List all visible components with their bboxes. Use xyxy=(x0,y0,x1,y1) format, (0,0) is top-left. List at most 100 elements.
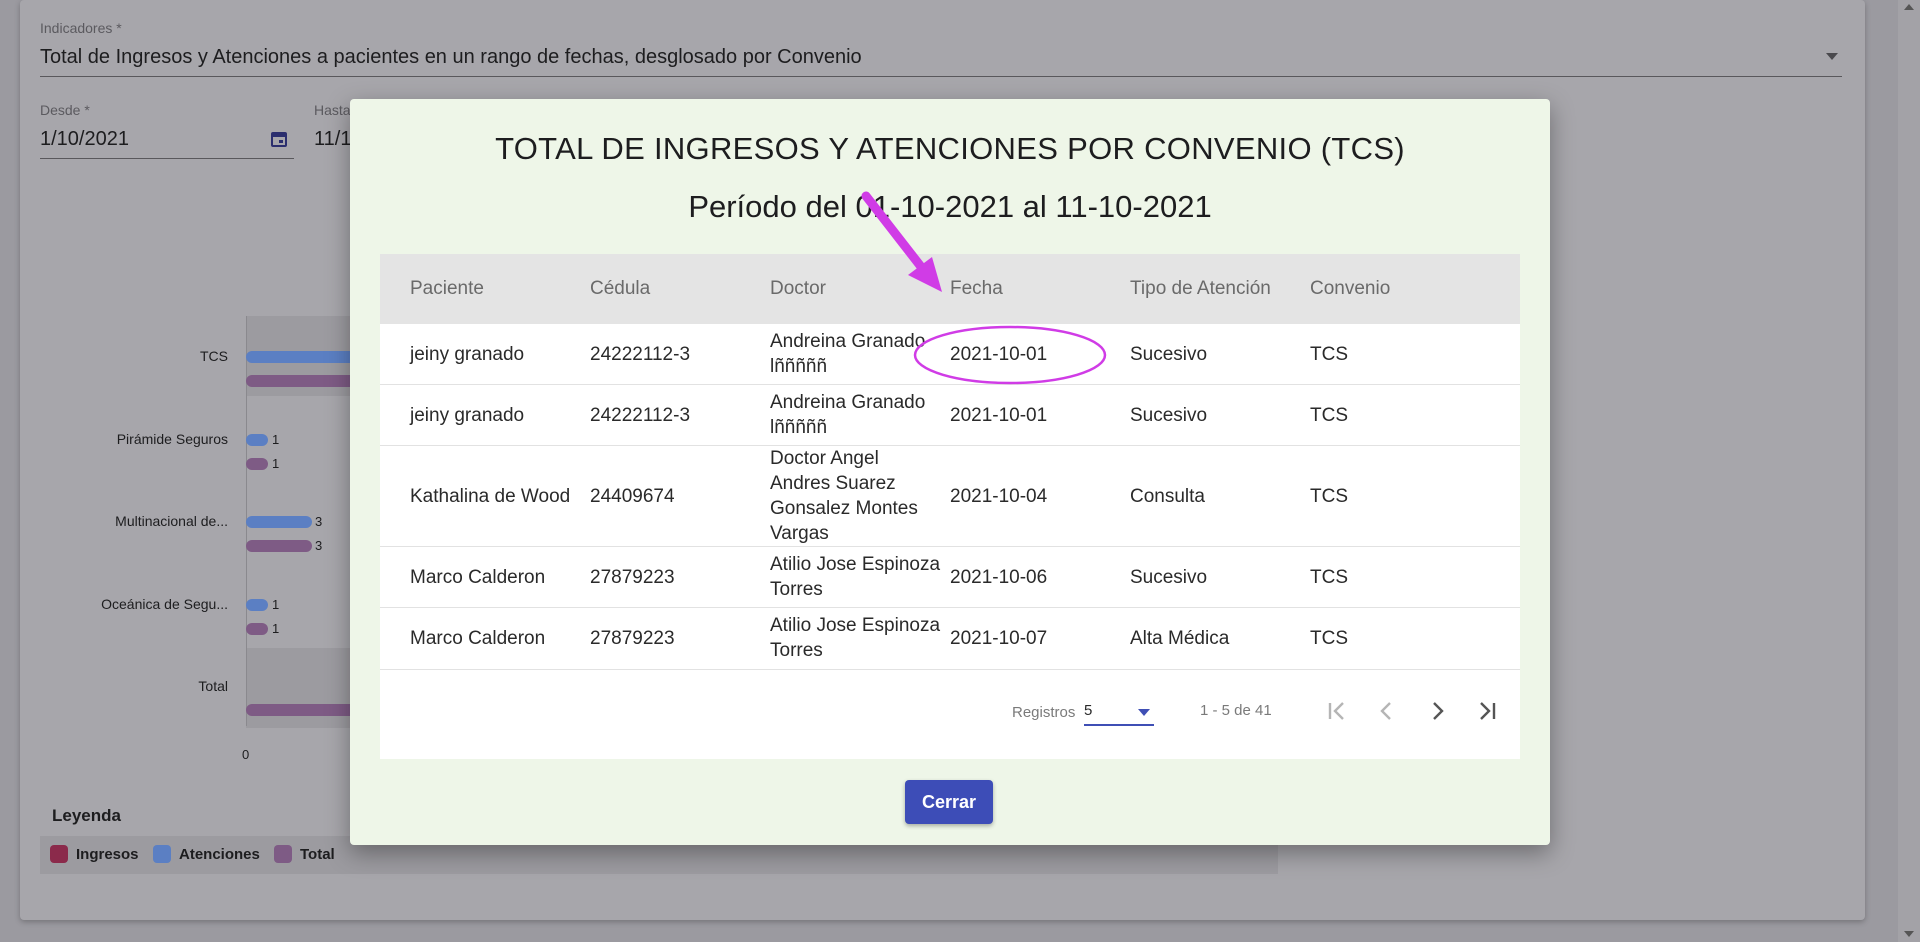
cell-convenio: TCS xyxy=(1310,628,1348,649)
legend-label: Ingresos xyxy=(76,845,139,863)
legend-item-ingresos[interactable]: Ingresos xyxy=(50,845,139,863)
doctor-line: Torres xyxy=(770,640,823,661)
category-label: Pirámide Seguros xyxy=(116,431,228,447)
cell-fecha: 2021-10-06 xyxy=(950,567,1048,588)
column-header-paciente[interactable]: Paciente xyxy=(410,278,484,300)
bar-atenciones xyxy=(246,351,356,363)
category-label: Total xyxy=(198,678,228,694)
bar-atenciones xyxy=(246,434,268,446)
chevron-down-icon xyxy=(1138,709,1150,716)
x-axis-tick: 0 xyxy=(242,747,250,762)
last-page-icon[interactable] xyxy=(1470,694,1504,728)
chart-band xyxy=(246,648,356,728)
doctor-line: Andreina Granado xyxy=(770,392,926,413)
page-scrollbar[interactable] xyxy=(1898,0,1920,942)
from-date-label: Desde * xyxy=(40,102,90,118)
category-label: Oceánica de Segu... xyxy=(101,596,228,612)
doctor-line: Andres Suarez xyxy=(770,473,896,494)
column-header-convenio[interactable]: Convenio xyxy=(1310,278,1390,300)
table-header: Paciente Cédula Doctor Fecha Tipo de Ate… xyxy=(380,254,1520,324)
cell-fecha: 2021-10-07 xyxy=(950,628,1048,649)
to-date-label: Hasta xyxy=(314,102,351,118)
legend-label: Total xyxy=(300,845,335,863)
legend-swatch xyxy=(274,845,292,863)
bar-value: 1 xyxy=(272,456,280,471)
page-range-label: 1 - 5 de 41 xyxy=(1200,702,1272,719)
bar-value: 1 xyxy=(272,597,280,612)
bar-total xyxy=(246,540,312,552)
table-row[interactable]: Kathalina de Wood 24409674 Doctor Angel … xyxy=(380,446,1520,547)
legend-swatch xyxy=(50,845,68,863)
page-size-select[interactable]: 5 xyxy=(1084,700,1154,726)
from-date-input[interactable]: 1/10/2021 xyxy=(40,128,129,151)
category-label: Multinacional de... xyxy=(115,513,228,529)
table-row[interactable]: Marco Calderon 27879223 Atilio Jose Espi… xyxy=(380,547,1520,608)
dialog-title: TOTAL DE INGRESOS Y ATENCIONES POR CONVE… xyxy=(495,131,1405,166)
next-page-icon[interactable] xyxy=(1420,694,1454,728)
column-header-doctor[interactable]: Doctor xyxy=(770,278,826,300)
doctor-line: Doctor Angel xyxy=(770,448,879,469)
table-row[interactable]: jeiny granado 24222112-3 Andreina Granad… xyxy=(380,385,1520,446)
table-row[interactable]: Marco Calderon 27879223 Atilio Jose Espi… xyxy=(380,608,1520,670)
cell-convenio: TCS xyxy=(1310,567,1348,588)
cell-paciente: Kathalina de Wood xyxy=(410,486,571,507)
doctor-line: Gonsalez Montes xyxy=(770,498,918,519)
cell-paciente: jeiny granado xyxy=(410,405,525,426)
scroll-up-icon[interactable] xyxy=(1904,4,1914,10)
cell-cedula: 27879223 xyxy=(590,567,675,588)
cell-tipo: Sucesivo xyxy=(1130,344,1208,365)
cell-cedula: 24222112-3 xyxy=(590,405,691,426)
first-page-icon[interactable] xyxy=(1320,694,1354,728)
calendar-icon[interactable] xyxy=(270,130,288,148)
bar-value: 1 xyxy=(272,621,280,636)
page-size-label: Registros xyxy=(1012,704,1076,721)
cell-tipo: Sucesivo xyxy=(1130,567,1208,588)
page-size-value: 5 xyxy=(1084,702,1093,719)
bar-total xyxy=(246,623,268,635)
bar-total xyxy=(246,375,356,387)
column-header-tipo[interactable]: Tipo de Atención xyxy=(1130,278,1271,300)
bar-atenciones xyxy=(246,599,268,611)
indicators-underline xyxy=(40,76,1842,77)
column-header-cedula[interactable]: Cédula xyxy=(590,278,650,300)
indicators-label: Indicadores * xyxy=(40,20,122,36)
table-row[interactable]: jeiny granado 24222112-3 Andreina Granad… xyxy=(380,324,1520,385)
bar-total xyxy=(246,704,356,716)
indicators-dropdown-icon[interactable] xyxy=(1826,53,1838,60)
from-date-underline xyxy=(40,158,294,159)
legend-item-total[interactable]: Total xyxy=(274,845,335,863)
cell-cedula: 24222112-3 xyxy=(590,344,691,365)
cell-tipo: Sucesivo xyxy=(1130,405,1208,426)
cell-convenio: TCS xyxy=(1310,405,1348,426)
legend-label: Atenciones xyxy=(179,845,260,863)
indicators-select-value[interactable]: Total de Ingresos y Atenciones a pacient… xyxy=(40,46,862,69)
records-table: Paciente Cédula Doctor Fecha Tipo de Ate… xyxy=(380,254,1520,759)
doctor-line: Vargas xyxy=(770,523,829,544)
previous-page-icon[interactable] xyxy=(1370,694,1404,728)
legend-swatch xyxy=(153,845,171,863)
doctor-line: Atilio Jose Espinoza xyxy=(770,554,941,575)
cell-doctor: Andreina Granado lñññññ xyxy=(770,390,925,440)
close-button[interactable]: Cerrar xyxy=(905,780,993,824)
doctor-line: lñññññ xyxy=(770,356,828,377)
doctor-line: lñññññ xyxy=(770,417,828,438)
to-date-input[interactable]: 11/1 xyxy=(314,128,351,151)
cell-doctor: Atilio Jose Espinoza Torres xyxy=(770,552,940,602)
scroll-down-icon[interactable] xyxy=(1904,931,1914,937)
doctor-line: Andreina Granado xyxy=(770,331,926,352)
cell-paciente: Marco Calderon xyxy=(410,628,546,649)
bar-value: 3 xyxy=(315,538,323,553)
paginator: Registros 5 1 - 5 de 41 xyxy=(380,670,1520,759)
column-header-fecha[interactable]: Fecha xyxy=(950,278,1003,300)
dialog-subtitle: Período del 01-10-2021 al 11-10-2021 xyxy=(688,189,1212,224)
legend-item-atenciones[interactable]: Atenciones xyxy=(153,845,260,863)
report-dialog: TOTAL DE INGRESOS Y ATENCIONES POR CONVE… xyxy=(350,99,1550,845)
legend-title: Leyenda xyxy=(52,806,121,825)
cell-paciente: jeiny granado xyxy=(410,344,525,365)
cell-doctor: Andreina Granado lñññññ xyxy=(770,329,925,379)
bar-total xyxy=(246,458,268,470)
cell-fecha: 2021-10-04 xyxy=(950,486,1048,507)
cell-paciente: Marco Calderon xyxy=(410,567,546,588)
cell-convenio: TCS xyxy=(1310,486,1348,507)
bar-atenciones xyxy=(246,516,312,528)
